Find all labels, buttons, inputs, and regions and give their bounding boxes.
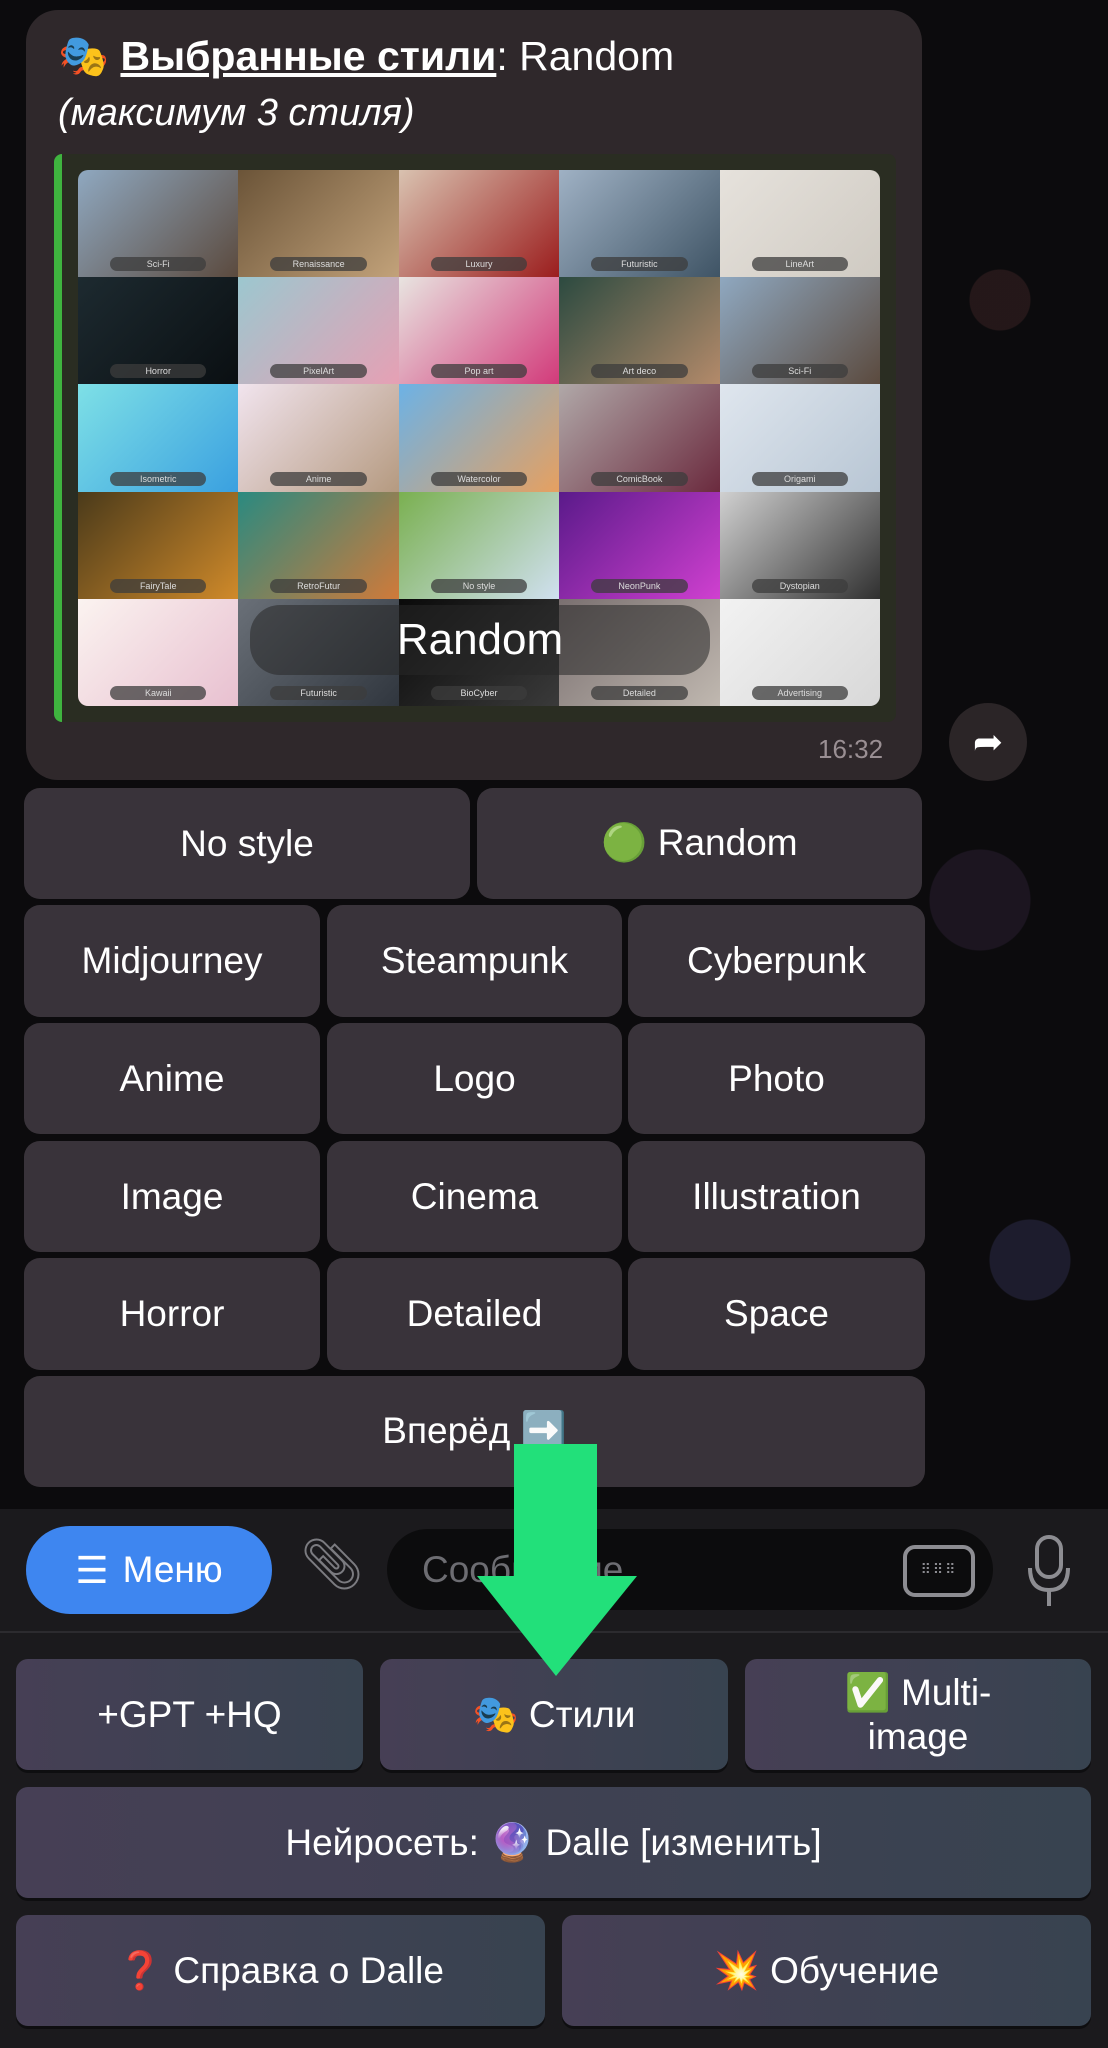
style-button-random[interactable]: 🟢 Random	[477, 788, 922, 899]
style-tile: Isometric	[78, 384, 239, 492]
style-button-image[interactable]: Image	[24, 1141, 320, 1252]
style-tile: Art deco	[559, 277, 720, 385]
forward-button[interactable]: ➦	[949, 703, 1027, 781]
style-tile: Pop art	[398, 277, 560, 385]
style-button-space[interactable]: Space	[628, 1258, 925, 1370]
style-tile: PixelArt	[238, 277, 399, 385]
green-arrow-down-icon	[477, 1444, 637, 1676]
style-tile: Advertising	[719, 598, 880, 706]
style-tile-label: Watercolor	[430, 471, 528, 486]
style-tile: Futuristic	[559, 170, 720, 278]
keyboard-icon[interactable]: ⠿⠿⠿	[903, 1545, 975, 1597]
style-tile-label: No style	[430, 578, 528, 593]
message-time: 16:32	[818, 734, 884, 764]
paperclip-icon[interactable]: 📎︎	[300, 1535, 363, 1594]
style-button-illustration[interactable]: Illustration	[628, 1141, 925, 1252]
training-button[interactable]: 💥 Обучение	[562, 1915, 1091, 2026]
style-button-cinema[interactable]: Cinema	[327, 1141, 622, 1252]
style-tile: Renaissance	[238, 170, 399, 278]
help-button[interactable]: ❓ Справка о Dalle	[16, 1915, 545, 2026]
style-tile-label: FairyTale	[110, 578, 207, 593]
style-tile: Kawaii	[78, 598, 239, 706]
style-tile-label: Dystopian	[751, 578, 848, 593]
style-tile-label: Luxury	[430, 257, 528, 272]
style-tile: No style	[398, 491, 560, 599]
style-tile-label: Origami	[751, 471, 848, 486]
style-tile: NeonPunk	[559, 491, 720, 599]
style-tile-label: NeonPunk	[591, 578, 688, 593]
multi-image-button[interactable]: ✅ Multi-image	[745, 1659, 1091, 1770]
style-tile-label: Horror	[110, 364, 207, 379]
microphone-icon[interactable]	[1026, 1534, 1072, 1608]
style-tile: Dystopian	[719, 491, 880, 599]
style-tile: Luxury	[398, 170, 560, 278]
style-tile-label: Art deco	[591, 364, 688, 379]
style-button-logo[interactable]: Logo	[327, 1023, 622, 1134]
style-tile-label: Isometric	[110, 471, 207, 486]
style-tile-label: Futuristic	[270, 685, 367, 700]
style-tile-label: Kawaii	[110, 685, 207, 700]
style-tile: Anime	[238, 384, 399, 492]
hamburger-icon: ☰	[75, 1549, 109, 1591]
style-tile: ComicBook	[559, 384, 720, 492]
menu-label: Меню	[122, 1549, 223, 1590]
style-tile-label: Sci-Fi	[110, 257, 207, 272]
network-button[interactable]: Нейросеть: 🔮 Dalle [изменить]	[16, 1787, 1091, 1898]
style-tile: LineArt	[719, 170, 880, 278]
style-tile: Horror	[78, 277, 239, 385]
message-title: 🎭 Выбранные стили: Random	[58, 30, 674, 82]
style-tile: Sci-Fi	[719, 277, 880, 385]
masks-icon: 🎭	[58, 33, 110, 79]
style-button-steampunk[interactable]: Steampunk	[327, 905, 622, 1017]
style-tile: Watercolor	[398, 384, 560, 492]
style-tile-label: PixelArt	[270, 364, 367, 379]
style-tile-label: Detailed	[591, 685, 688, 700]
menu-button[interactable]: ☰ Меню	[26, 1526, 272, 1614]
style-tile-label: RetroFutur	[270, 578, 367, 593]
style-tile: Sci-Fi	[78, 170, 239, 278]
gpt-hq-button[interactable]: +GPT +HQ	[16, 1659, 363, 1770]
style-tile: RetroFutur	[238, 491, 399, 599]
style-button-horror[interactable]: Horror	[24, 1258, 320, 1370]
style-button-no-style[interactable]: No style	[24, 788, 470, 899]
style-tile-label: Futuristic	[591, 257, 688, 272]
style-tile-label: Renaissance	[270, 257, 367, 272]
style-button-detailed[interactable]: Detailed	[327, 1258, 622, 1370]
style-tile-label: ComicBook	[591, 471, 688, 486]
next-page-button[interactable]: Вперёд ➡️	[24, 1376, 925, 1487]
share-arrow-icon: ➦	[972, 721, 1004, 762]
preview-overlay-text: Random	[250, 605, 710, 675]
style-tile-label: Sci-Fi	[751, 364, 848, 379]
style-button-midjourney[interactable]: Midjourney	[24, 905, 320, 1017]
style-tile-label: Anime	[270, 471, 367, 486]
style-tile-label: BioCyber	[430, 685, 528, 700]
style-button-anime[interactable]: Anime	[24, 1023, 320, 1134]
message-subtitle: (максимум 3 стиля)	[58, 92, 415, 134]
style-tile-label: Pop art	[430, 364, 528, 379]
title-label: Выбранные стили	[120, 33, 497, 79]
style-tile: FairyTale	[78, 491, 239, 599]
style-button-cyberpunk[interactable]: Cyberpunk	[628, 905, 925, 1017]
style-tile-label: Advertising	[751, 685, 848, 700]
style-tile-label: LineArt	[751, 257, 848, 272]
title-value: : Random	[496, 33, 675, 79]
style-tile: Origami	[719, 384, 880, 492]
style-button-photo[interactable]: Photo	[628, 1023, 925, 1134]
